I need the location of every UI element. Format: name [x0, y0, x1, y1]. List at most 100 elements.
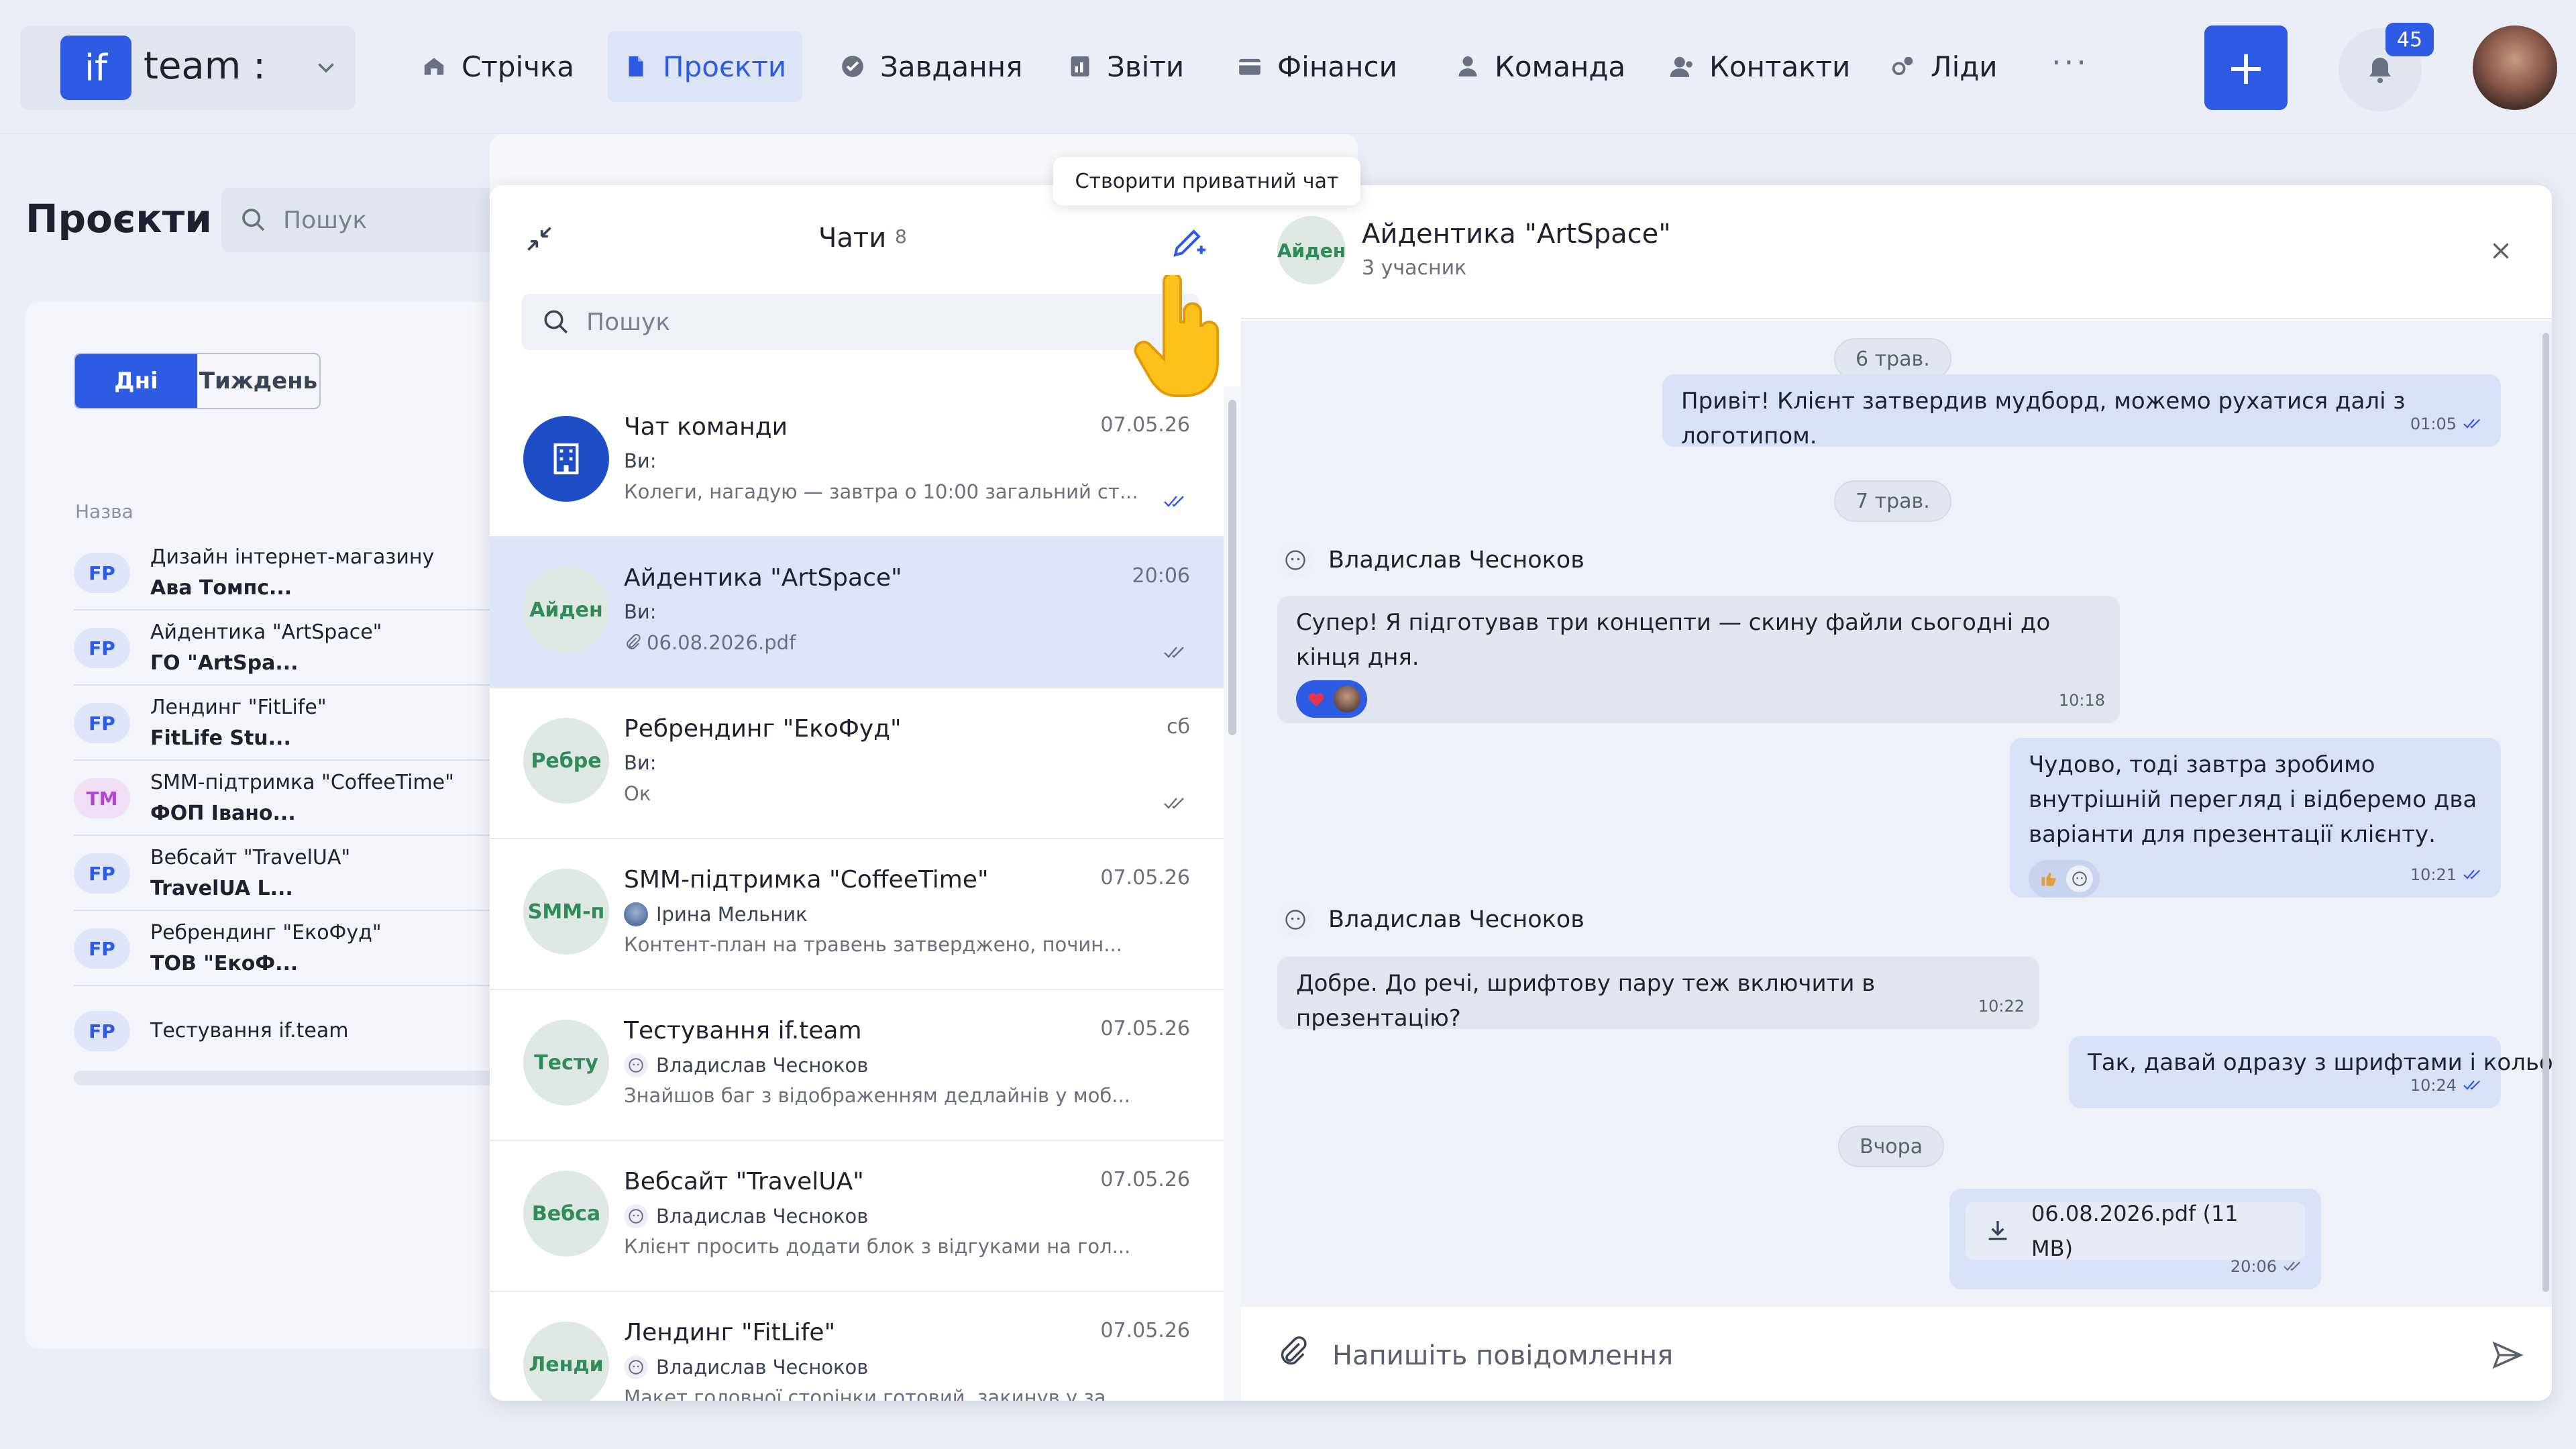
toggle-days[interactable]: Дні — [75, 354, 197, 408]
project-tag: FP — [74, 853, 130, 894]
project-row[interactable]: FP Тестування if.team — [74, 994, 490, 1068]
message-incoming[interactable]: Супер! Я підготував три концепти — скину… — [1277, 596, 2120, 723]
conversation-title: Айдентика "ArtSpace" — [1362, 219, 1671, 250]
chat-item-selected[interactable]: Айден Айдентика "ArtSpace" 20:06 Ви: 06.… — [490, 537, 1224, 688]
conversation-avatar: Айден — [1277, 216, 1346, 284]
project-name: Ребрендинг "ЕкоФуд" — [150, 921, 382, 945]
message-text: Добре. До речі, шрифтову пару теж включи… — [1296, 970, 1876, 1032]
add-button[interactable]: + — [2204, 25, 2288, 110]
sender-avatar — [624, 902, 648, 926]
message-meta: 10:22 — [1978, 989, 2025, 1024]
message-meta: 10:24 — [2410, 1068, 2486, 1103]
nav-label: Звіти — [1107, 50, 1185, 83]
participants-count: 3 учасник — [1362, 256, 1467, 280]
toggle-week[interactable]: Тиждень — [197, 354, 319, 408]
sender-label: Ви: — [624, 449, 657, 472]
message-text: Чудово, тоді завтра зробимо внутрішній п… — [2029, 751, 2477, 848]
horizontal-scrollbar[interactable] — [74, 1071, 517, 1085]
chat-item[interactable]: Ребре Ребрендинг "ЕкоФуд" сб Ви: Ок — [490, 688, 1224, 839]
period-toggle: Дні Тиждень — [74, 353, 321, 409]
project-name: Айдентика "ArtSpace" — [150, 621, 382, 644]
new-private-chat-button[interactable] — [1169, 221, 1209, 262]
face-icon — [1277, 902, 1313, 938]
face-icon — [624, 1355, 648, 1379]
chat-avatar: SMM-п — [523, 869, 609, 955]
face-icon — [2066, 865, 2093, 892]
project-row[interactable]: FP Айдентика "ArtSpace" ГО "ArtSpa... — [74, 612, 490, 686]
chat-item[interactable]: SMM-п SMM-підтримка "CoffeeTime" 07.05.2… — [490, 839, 1224, 990]
chat-date: 07.05.26 — [1100, 1168, 1190, 1191]
sender-name: Ірина Мельник — [656, 903, 808, 926]
project-row[interactable]: FP Дизайн інтернет-магазину Ава Томпс... — [74, 537, 490, 610]
project-row[interactable]: FP Ребрендинг "ЕкоФуд" ТОВ "ЕкоФ... — [74, 912, 490, 986]
reaction-chip[interactable] — [1296, 680, 1367, 718]
building-icon — [547, 440, 585, 478]
project-row[interactable]: FP Лендинг "FitLife" FitLife Stu... — [74, 687, 490, 761]
reaction-chip[interactable] — [2029, 860, 2100, 898]
nav-label: Контакти — [1709, 50, 1851, 83]
projects-search-input[interactable]: Пошук — [221, 188, 503, 252]
project-name: Лендинг "FitLife" — [150, 696, 327, 719]
nav-finance[interactable]: Фінанси — [1221, 31, 1413, 102]
double-check-icon — [2462, 1079, 2486, 1092]
nav-projects[interactable]: Проєкти — [608, 31, 803, 102]
logo-text: if — [84, 46, 107, 89]
message-outgoing[interactable]: Привіт! Клієнт затвердив мудборд, можемо… — [1662, 374, 2501, 449]
nav-label: Стрічка — [462, 50, 575, 83]
message-composer: Напишіть повідомлення — [1241, 1308, 2552, 1401]
message-meta: 10:21 — [2410, 857, 2486, 892]
message-input[interactable]: Напишіть повідомлення — [1332, 1340, 1673, 1371]
chevron-down-icon[interactable] — [314, 55, 338, 79]
project-row[interactable]: TM SMM-підтримка "CoffeeTime" ФОП Івано... — [74, 762, 490, 836]
search-icon — [542, 308, 570, 336]
message-sender: Владислав Чесноков — [1277, 542, 1585, 578]
chat-search-input[interactable]: Пошук — [522, 294, 1199, 350]
tooltip: Створити приватний чат — [1053, 157, 1360, 205]
chat-item[interactable]: Вебса Вебсайт "TravelUA" 07.05.26 Владис… — [490, 1141, 1224, 1292]
home-icon — [421, 54, 447, 79]
nav-reports[interactable]: Звіти — [1052, 31, 1200, 102]
project-client: TravelUA L... — [150, 877, 293, 900]
nav-contacts[interactable]: Контакти — [1653, 31, 1866, 102]
chat-sender: Владислав Чесноков — [624, 1355, 868, 1379]
reactor-avatar — [1334, 686, 1360, 712]
double-check-icon — [2282, 1260, 2306, 1273]
message-outgoing[interactable]: Так, давай одразу з шрифтами і кольорами… — [2069, 1036, 2552, 1108]
date-separator: 6 трав. — [1834, 338, 1951, 380]
nav-leads[interactable]: Ліди — [1874, 31, 2014, 102]
contacts-icon — [1669, 54, 1695, 79]
double-check-icon — [1163, 796, 1190, 812]
send-icon[interactable] — [2490, 1338, 2525, 1373]
team-chat-avatar — [523, 416, 609, 502]
nav-feed[interactable]: Стрічка — [405, 31, 590, 102]
more-menu-button[interactable]: ··· — [2051, 44, 2089, 80]
message-outgoing-file[interactable]: 06.08.2026.pdf (11 MB) 20:06 — [1949, 1189, 2321, 1289]
scrollbar-thumb[interactable] — [1228, 400, 1236, 735]
plus-icon: + — [2226, 40, 2266, 95]
collapse-icon[interactable] — [525, 224, 554, 254]
chat-item[interactable]: Чат команди 07.05.26 Ви: Колеги, нагадую… — [490, 386, 1224, 537]
attach-icon[interactable] — [1276, 1335, 1311, 1370]
project-row[interactable]: FP Вебсайт "TravelUA" TravelUA L... — [74, 837, 490, 911]
project-tag: TM — [74, 778, 130, 818]
chat-item[interactable]: Ленди Лендинг "FitLife" 07.05.26 Владисл… — [490, 1292, 1224, 1401]
chat-date: 07.05.26 — [1100, 413, 1190, 437]
chats-title: Чати — [818, 223, 887, 254]
message-outgoing[interactable]: Чудово, тоді завтра зробимо внутрішній п… — [2010, 738, 2501, 898]
bell-icon — [2364, 54, 2396, 86]
search-placeholder: Пошук — [283, 206, 368, 234]
user-icon — [1456, 54, 1480, 78]
message-incoming[interactable]: Добре. До речі, шрифтову пару теж включи… — [1277, 957, 2039, 1032]
app-logo: if — [60, 36, 131, 100]
nav-team[interactable]: Команда — [1440, 31, 1642, 102]
chat-sender: Ви: — [624, 751, 657, 774]
messages-scrollbar[interactable] — [2542, 333, 2549, 1292]
chat-item[interactable]: Тесту Тестування if.team 07.05.26 Владис… — [490, 990, 1224, 1141]
user-avatar[interactable] — [2473, 25, 2557, 110]
nav-tasks[interactable]: Завдання — [824, 31, 1038, 102]
page-title: Проєкти — [25, 196, 212, 241]
search-icon — [240, 207, 267, 233]
project-tag: FP — [74, 1011, 130, 1051]
chat-avatar: Ребре — [523, 718, 609, 804]
close-icon[interactable] — [2489, 239, 2513, 263]
